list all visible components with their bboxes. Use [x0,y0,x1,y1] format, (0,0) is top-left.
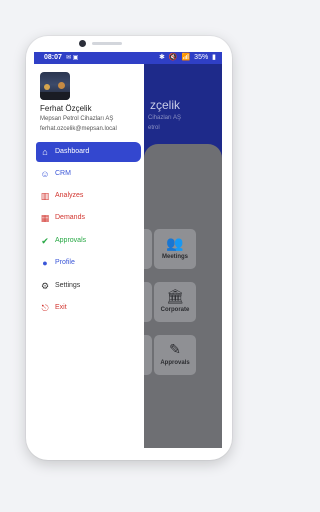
menu-label: Approvals [55,237,87,244]
menu-label: Demands [55,214,85,221]
mute-icon: 🔇 [168,54,178,61]
menu-item-approvals[interactable]: ✔ Approvals [36,231,141,251]
meetings-icon: 👥 [166,235,184,251]
menu-item-dashboard[interactable]: ⌂ Dashboard [36,142,141,162]
avatar-light [58,82,65,89]
card-meetings[interactable]: 👥 Meetings [154,229,196,269]
user-company: Mepsan Petrol Cihazları AŞ [40,116,114,122]
card-label: Meetings [161,254,188,260]
menu-label: Exit [55,304,67,311]
signal-icon: 📶 [181,54,191,61]
avatar-light [44,84,50,90]
navigation-drawer: Ferhat Özçelik Mepsan Petrol Cihazları A… [34,64,144,448]
demands-icon: ▦ [40,213,50,223]
menu-item-demands[interactable]: ▦ Demands [36,208,141,228]
gear-icon: ⚙ [40,281,50,291]
logout-icon: ⎋ [41,303,49,313]
menu-item-crm[interactable]: ☺ CRM [36,164,141,184]
menu-item-exit[interactable]: ⎋ Exit [36,298,141,318]
menu-label: CRM [55,170,71,177]
battery-icon: ▮ [212,54,216,61]
card-partial[interactable] [144,335,152,375]
chart-icon: ▥ [40,191,50,201]
check-circle-icon: ✔ [41,236,49,246]
menu-item-profile[interactable]: ● Profile [36,253,141,273]
avatar-ground [40,92,70,100]
bluetooth-icon: ✱ [159,54,165,61]
card-label: Approvals [160,360,190,366]
camera-icon [79,40,86,47]
app-body: 👥 Meetings 🏛 Corporate ✎ Approvals [144,144,222,448]
header-sub: etrol [148,125,160,131]
menu-label: Settings [55,282,81,289]
menu-label: Analyzes [55,192,84,199]
avatar[interactable] [40,72,70,100]
home-icon: ⌂ [42,147,48,157]
phone-screen: 08:07 ✉ ▣ ✱ 🔇 📶 35% ▮ zçelik Cihazları A… [34,52,222,448]
card-partial[interactable] [144,282,152,322]
card-corporate[interactable]: 🏛 Corporate [154,282,196,322]
card-approvals[interactable]: ✎ Approvals [154,335,196,375]
menu-label: Profile [55,259,75,266]
user-email: ferhat.ozcelik@mepsan.local [40,126,117,132]
menu-label: Dashboard [55,148,90,155]
notification-icons: ✉ ▣ [66,55,79,61]
battery-percent: 35% [194,54,209,61]
corporate-icon: 🏛 [166,288,184,304]
menu-item-settings[interactable]: ⚙ Settings [36,276,141,296]
handshake-icon: ☺ [40,169,50,179]
card-partial[interactable] [144,229,152,269]
status-right: ✱ 🔇 📶 35% ▮ [157,52,216,64]
approvals-icon: ✎ [169,341,181,357]
header-user-name: zçelik [150,98,181,112]
person-icon: ● [42,258,48,268]
user-name: Ferhat Özçelik [40,104,92,113]
status-time: 08:07 [44,54,62,61]
header-company: Cihazları AŞ [148,115,182,121]
background-app[interactable]: zçelik Cihazları AŞ etrol 👥 Meetings 🏛 C… [144,64,222,448]
menu-item-analyzes[interactable]: ▥ Analyzes [36,186,141,206]
speaker-grille [92,42,122,45]
status-bar: 08:07 ✉ ▣ ✱ 🔇 📶 35% ▮ [34,52,222,64]
card-label: Corporate [160,307,190,313]
